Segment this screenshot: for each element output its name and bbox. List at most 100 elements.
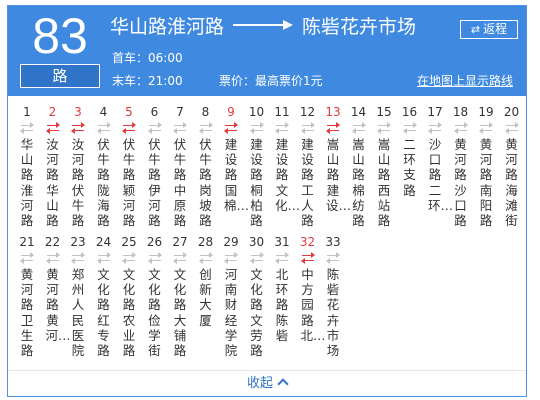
first-bus-label: 首车： [112,51,149,65]
stop-name: 伏牛路中原路 [173,137,187,229]
stop-name: 黄河路沙口路 [454,137,467,229]
stop-name: 伏牛路伊河路 [148,137,161,229]
stop-item[interactable]: 24 文化路红专路 [91,234,117,358]
stop-item[interactable]: 31 北环路陈砦 [269,234,295,343]
stop-number: 30 [248,235,265,249]
stop-number: 16 [401,105,418,119]
stop-item[interactable]: 29 河南财经学院 [218,234,244,358]
stop-number: 15 [376,105,392,119]
stop-name: 黄河路南阳路 [479,137,493,229]
bidirectional-arrows-icon [224,252,238,264]
bidirectional-arrows-icon [45,122,60,134]
stop-number: 24 [95,235,112,249]
stop-item[interactable]: 27 文化路大铺路 [167,234,193,358]
fare-label: 票价： [219,74,256,88]
stop-number: 5 [125,105,133,119]
stop-item[interactable]: 7 伏牛路中原路 [167,104,193,228]
bidirectional-arrows-icon [275,252,289,264]
bidirectional-arrows-icon [20,122,34,134]
bidirectional-arrows-icon [198,122,213,134]
stop-item[interactable]: 9 建设路国棉… [218,104,250,213]
stop-number: 8 [201,105,210,119]
stop-number: 22 [44,235,61,249]
stop-item[interactable]: 25 文化路农业路 [116,234,142,358]
stop-name: 陈砦花卉市场 [326,267,340,359]
route-unit-label: 路 [20,64,100,88]
route-direction: 华山路淮河路 陈砦花卉市场 [110,12,416,38]
stop-number: 4 [99,105,108,119]
bidirectional-arrows-icon [20,252,34,264]
bidirectional-arrows-icon [147,252,162,264]
stop-name: 伏牛路陇海路 [97,137,110,229]
bidirectional-arrows-icon [377,122,391,134]
stop-number: 19 [478,105,494,119]
stop-item[interactable]: 12 建设路工人路 [295,104,321,228]
stop-item[interactable]: 15 嵩山路西站路 [371,104,397,228]
bidirectional-arrows-icon [122,122,136,134]
bidirectional-arrows-icon [71,252,85,264]
stop-item[interactable]: 6 伏牛路伊河路 [142,104,168,228]
stop-item[interactable]: 11 建设路文化… [269,104,301,213]
stop-name: 文化路俭学街 [148,267,161,359]
divider [8,370,526,371]
stop-number: 10 [248,105,265,119]
bidirectional-arrows-icon [479,122,493,134]
first-bus-time: 06:00 [148,51,183,65]
stop-item[interactable]: 17 沙口路二环… [422,104,454,213]
stop-item[interactable]: 26 文化路俭学街 [142,234,168,358]
stop-item[interactable]: 5 伏牛路颖河路 [116,104,142,228]
stop-number: 13 [325,105,341,119]
bidirectional-arrows-icon [173,252,187,264]
stop-number: 28 [197,235,214,249]
stop-item[interactable]: 30 文化路文劳路 [244,234,270,358]
stop-name: 华山路淮河路 [20,137,34,229]
stop-item[interactable]: 14 嵩山路棉纺路 [346,104,372,228]
stop-name: 文化路农业路 [122,267,136,359]
stop-number: 17 [427,105,443,119]
return-trip-button[interactable]: ⇄ 返程 [460,20,518,39]
stop-item[interactable]: 16 二环支路 [397,104,423,198]
stop-name: 黄河路卫生路 [20,267,34,359]
stop-item[interactable]: 33 陈砦花卉市场 [320,234,346,358]
show-on-map-link[interactable]: 在地图上显示路线 [417,70,513,93]
stop-name: 建设路桐柏路 [250,137,263,229]
stop-name: 创新大厦 [199,267,212,328]
stop-name: 黄河路黄河… [45,267,71,343]
return-trip-label: 返程 [483,22,508,36]
stop-item[interactable]: 13 嵩山路建设… [320,104,351,213]
stop-name: 建设路国棉… [224,137,250,213]
bidirectional-arrows-icon [351,122,366,134]
route-number: 83 [32,8,88,64]
stop-number: 21 [19,235,35,249]
stop-item[interactable]: 1 华山路淮河路 [14,104,40,228]
stop-item[interactable]: 23 郑州人民医院 [65,234,91,358]
stop-number: 23 [70,235,86,249]
fare-value: 最高票价1元 [255,74,323,88]
stop-item[interactable]: 32 中方园路北… [295,234,326,343]
bidirectional-arrows-icon [326,252,340,264]
stop-number: 12 [299,105,316,119]
stop-number: 9 [227,105,235,119]
stop-name: 嵩山路棉纺路 [352,137,365,229]
stop-item[interactable]: 21 黄河路卫生路 [14,234,40,358]
stop-item[interactable]: 3 汝河路伏牛路 [65,104,91,228]
stop-name: 建设路文化… [275,137,301,213]
route-origin: 华山路淮河路 [110,15,225,38]
stop-item[interactable]: 28 创新大厦 [193,234,219,328]
stop-item[interactable]: 19 黄河路南阳路 [473,104,499,228]
stop-name: 二环支路 [403,137,416,198]
stop-item[interactable]: 20 黄河路海滩街 [499,104,525,228]
stop-item[interactable]: 22 黄河路黄河… [40,234,71,343]
stop-name: 文化路文劳路 [250,267,263,359]
stop-number: 27 [172,235,188,249]
stop-item[interactable]: 18 黄河路沙口路 [448,104,474,228]
stop-item[interactable]: 10 建设路桐柏路 [244,104,270,228]
collapse-button[interactable]: 收起 [8,372,526,396]
stop-item[interactable]: 8 伏牛路岗坡路 [193,104,219,228]
stop-item[interactable]: 2 汝河路华山路 [40,104,66,228]
stop-item[interactable]: 4 伏牛路陇海路 [91,104,117,228]
stop-name: 伏牛路岗坡路 [199,137,212,229]
stop-name: 伏牛路颖河路 [122,137,136,229]
stop-name: 沙口路二环… [428,137,454,213]
stop-name: 嵩山路西站路 [377,137,391,229]
